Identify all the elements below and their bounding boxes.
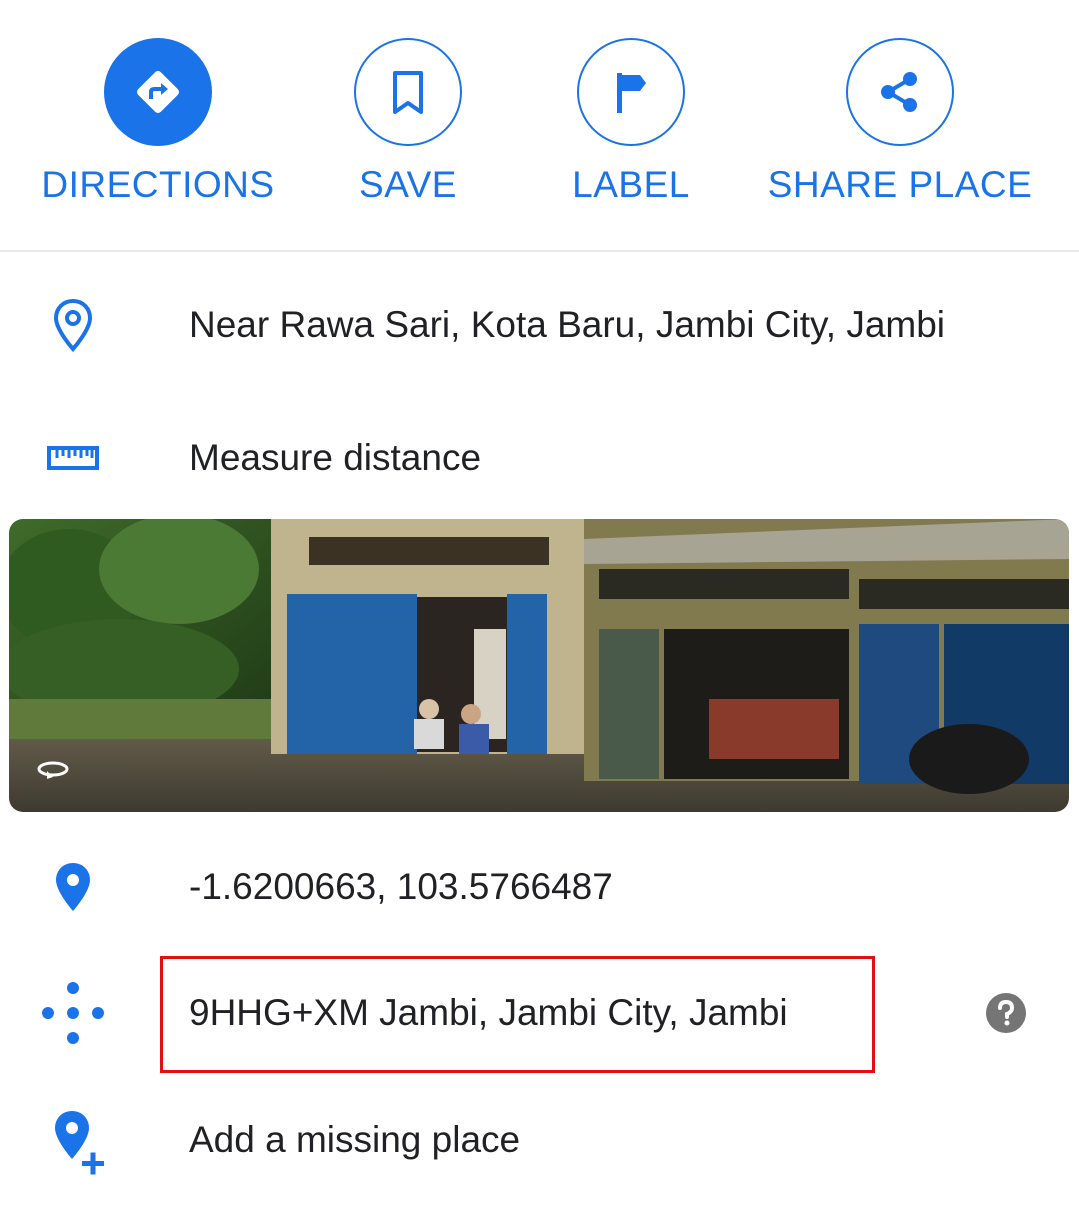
add-missing-place-text: Add a missing place [189,1119,521,1160]
measure-distance-text: Measure distance [189,437,482,478]
address-text: Near Rawa Sari, Kota Baru, Jambi City, J… [189,304,946,345]
share-icon [846,38,954,146]
street-view-photo[interactable] [9,519,1069,812]
measure-distance-row[interactable]: Measure distance [0,423,1079,493]
save-label: SAVE [359,164,457,205]
bookmark-icon [354,38,462,146]
street-view-image [9,519,1069,812]
directions-icon [104,38,212,146]
location-pin-icon [38,852,108,922]
save-button[interactable]: SAVE [278,38,538,203]
add-missing-place-row[interactable]: Add a missing place [0,1105,1079,1175]
coordinates-row[interactable]: -1.6200663, 103.5766487 [0,852,1079,922]
ruler-icon [38,423,108,493]
flag-icon [577,38,685,146]
coordinates-text: -1.6200663, 103.5766487 [189,866,613,907]
address-row[interactable]: Near Rawa Sari, Kota Baru, Jambi City, J… [0,290,1079,360]
plus-code-icon [38,978,108,1048]
highlight-box [160,956,875,1073]
label-label: LABEL [572,164,690,205]
help-icon[interactable] [986,993,1026,1033]
add-location-icon [38,1105,108,1175]
directions-label: DIRECTIONS [41,164,275,205]
location-pin-outline-icon [38,290,108,360]
directions-button[interactable]: DIRECTIONS [28,38,288,203]
action-bar: DIRECTIONS SAVE LABEL SHARE PLACE [0,0,1079,252]
share-place-button[interactable]: SHARE PLACE [767,38,1033,205]
share-place-label: SHARE PLACE [767,164,1033,205]
label-button[interactable]: LABEL [501,38,761,203]
